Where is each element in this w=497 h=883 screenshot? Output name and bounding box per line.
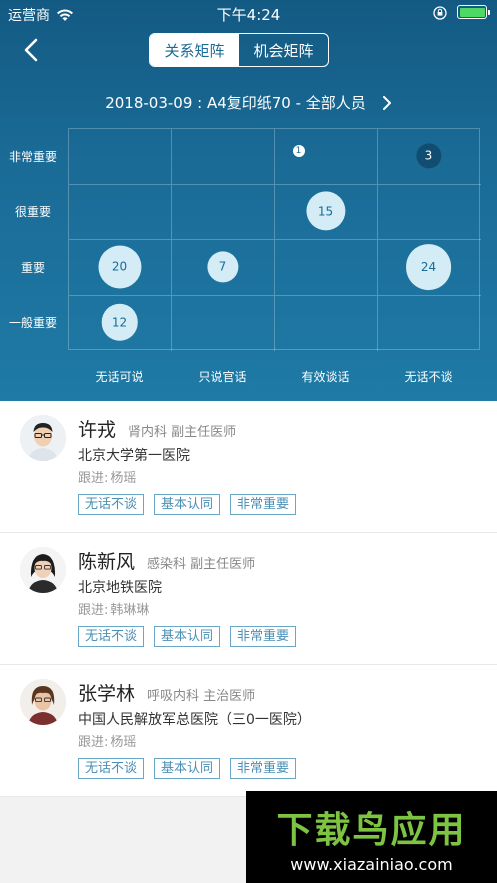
contact-tags: 无话不谈 基本认同 非常重要	[78, 626, 297, 647]
contact-list: 许戎 肾内科 副主任医师 北京大学第一医院 跟进: 杨瑶 无话不谈 基本认同 非…	[0, 401, 497, 797]
tag-talk-level: 无话不谈	[78, 758, 145, 779]
tab-relationship-matrix[interactable]: 关系矩阵	[150, 34, 239, 66]
follow-up: 跟进: 杨瑶	[78, 467, 136, 486]
y-axis-label: 非常重要	[8, 149, 57, 164]
matrix-bubble[interactable]: 24	[405, 243, 452, 290]
y-axis-label: 一般重要	[8, 316, 57, 331]
matrix-cell	[69, 184, 172, 240]
watermark-url: www.xiazainiao.com	[290, 855, 453, 874]
contact-name: 张学林	[78, 683, 136, 705]
follow-up-label: 跟进:	[78, 603, 109, 618]
contact-name: 许戎	[78, 419, 117, 441]
clock: 下午4:24	[216, 6, 281, 24]
x-axis-label: 无话可说	[95, 370, 144, 384]
matrix-cell	[172, 184, 275, 240]
avatar-photo	[20, 547, 66, 593]
contact-tags: 无话不谈 基本认同 非常重要	[78, 494, 297, 515]
contact-hospital: 中国人民解放军总医院（三0一医院）	[78, 712, 311, 728]
contact-item[interactable]: 许戎 肾内科 副主任医师 北京大学第一医院 跟进: 杨瑶 无话不谈 基本认同 非…	[0, 401, 497, 533]
status-bar: 运营商 下午4:24	[0, 0, 497, 26]
follow-up-name: 杨瑶	[110, 735, 137, 750]
rotation-lock-icon	[433, 6, 447, 20]
follow-up-name: 杨瑶	[110, 471, 137, 486]
tag-agreement: 基本认同	[154, 494, 221, 515]
matrix-cell	[275, 240, 378, 296]
contact-header: 陈新风 感染科 副主任医师	[78, 547, 255, 574]
matrix-cell	[172, 295, 275, 351]
contact-department: 呼吸内科 主治医师	[147, 689, 256, 704]
follow-up: 跟进: 杨瑶	[78, 731, 136, 750]
follow-up-label: 跟进:	[78, 471, 109, 486]
matrix-segmented-control: 关系矩阵 机会矩阵	[149, 33, 329, 67]
matrix-cell	[275, 295, 378, 351]
matrix-bubble[interactable]: 1	[292, 144, 305, 157]
contact-item[interactable]: 陈新风 感染科 副主任医师 北京地铁医院 跟进: 韩琳琳 无话不谈 基本认同 非…	[0, 533, 497, 665]
tab-opportunity-matrix[interactable]: 机会矩阵	[239, 34, 328, 66]
battery-level	[459, 7, 485, 17]
tag-importance: 非常重要	[230, 494, 297, 515]
avatar	[20, 415, 66, 461]
watermark-logo: 下载鸟应用 www.xiazainiao.com	[246, 791, 497, 883]
chevron-right-icon	[382, 95, 391, 110]
contact-header: 许戎 肾内科 副主任医师	[78, 415, 236, 442]
tag-importance: 非常重要	[230, 626, 297, 647]
contact-item[interactable]: 张学林 呼吸内科 主治医师 中国人民解放军总医院（三0一医院） 跟进: 杨瑶 无…	[0, 665, 497, 797]
contact-hospital: 北京大学第一医院	[78, 448, 190, 464]
matrix-bubble[interactable]: 12	[101, 303, 138, 341]
matrix-bubble[interactable]: 15	[305, 191, 346, 231]
matrix-cell	[69, 129, 172, 185]
subtitle-text: 2018-03-09 : A4复印纸70 - 全部人员	[105, 94, 366, 112]
contact-hospital: 北京地铁医院	[78, 580, 162, 596]
date-product-selector[interactable]: 2018-03-09 : A4复印纸70 - 全部人员	[0, 92, 497, 113]
avatar	[20, 679, 66, 725]
tag-talk-level: 无话不谈	[78, 626, 145, 647]
follow-up-label: 跟进:	[78, 735, 109, 750]
contact-name: 陈新风	[78, 551, 136, 573]
matrix-cell	[378, 185, 481, 240]
contact-header: 张学林 呼吸内科 主治医师	[78, 679, 255, 706]
back-chevron-icon[interactable]	[18, 36, 46, 64]
follow-up-name: 韩琳琳	[110, 603, 150, 618]
avatar-photo	[20, 415, 66, 461]
matrix-cell	[275, 129, 378, 185]
x-axis-label: 无话不谈	[404, 370, 453, 384]
avatar	[20, 547, 66, 593]
contact-tags: 无话不谈 基本认同 非常重要	[78, 758, 297, 779]
matrix-cell	[378, 296, 481, 352]
tag-talk-level: 无话不谈	[78, 494, 145, 515]
tag-importance: 非常重要	[230, 758, 297, 779]
y-axis-label: 很重要	[14, 205, 51, 220]
follow-up: 跟进: 韩琳琳	[78, 599, 149, 618]
y-axis-label: 重要	[20, 260, 45, 275]
contact-department: 肾内科 副主任医师	[128, 425, 237, 440]
avatar-photo	[20, 679, 66, 725]
watermark-title: 下载鸟应用	[276, 810, 467, 851]
matrix-bubble[interactable]: 20	[97, 245, 142, 289]
battery-icon	[457, 5, 490, 19]
x-axis-label: 只说官话	[198, 370, 247, 384]
contact-department: 感染科 副主任医师	[147, 557, 256, 572]
tag-agreement: 基本认同	[154, 758, 221, 779]
matrix-cell	[172, 129, 275, 185]
tag-agreement: 基本认同	[154, 626, 221, 647]
x-axis-label: 有效谈话	[301, 370, 350, 384]
